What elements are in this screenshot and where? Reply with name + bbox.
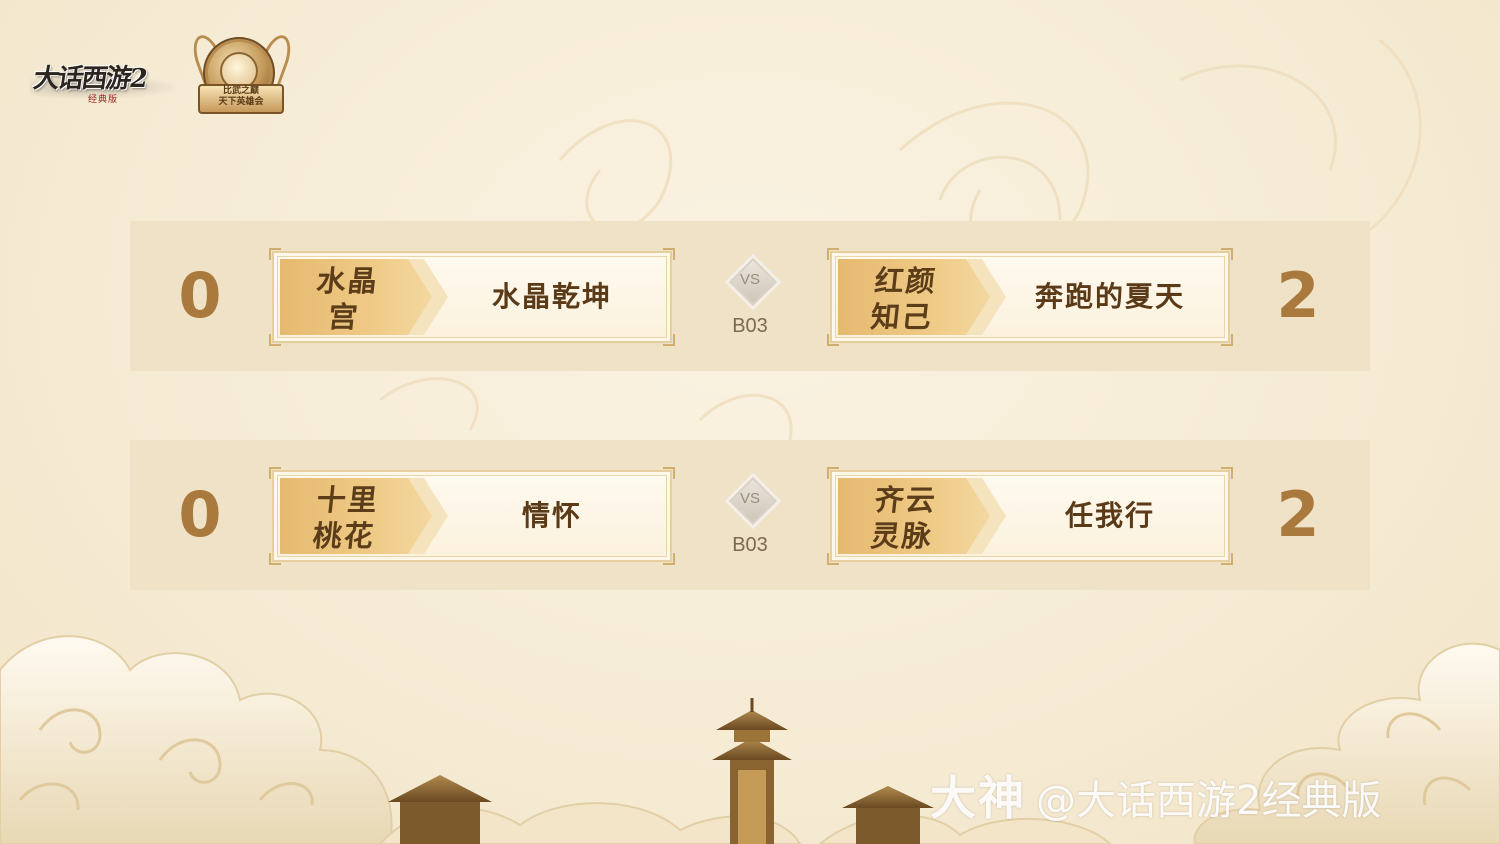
card-corner: [663, 248, 675, 260]
left-faction-name: 水晶宫: [314, 264, 381, 334]
right-faction-name: 齐云 灵脉: [869, 483, 939, 553]
card-corner: [1221, 334, 1233, 346]
left-team-name: 水晶乾坤: [491, 280, 612, 313]
match-row-1: 0 水晶宫 水晶乾坤 VS B03 红颜 知己 奔跑的夏天 2: [130, 221, 1370, 371]
right-score: 2: [1276, 478, 1320, 551]
header-logos: 大话西游2 经典版 比武之巅 天下英雄会: [28, 31, 298, 124]
match-format: B03: [732, 534, 768, 556]
faction-tag: 水晶宫: [280, 259, 432, 335]
card-corner: [1221, 467, 1233, 479]
card-corner: [827, 553, 839, 565]
event-emblem: 比武之巅 天下英雄会: [187, 31, 297, 120]
right-team-card: 红颜 知己 奔跑的夏天: [827, 248, 1233, 346]
card-corner: [663, 553, 675, 565]
right-team-name: 奔跑的夏天: [1034, 280, 1185, 313]
game-logo-title: 大话西游2: [31, 64, 148, 94]
vs-badge: VS B03: [710, 476, 790, 558]
right-faction-name: 红颜 知己: [869, 264, 939, 334]
left-score: 0: [178, 478, 222, 551]
match-row-2: 0 十里 桃花 情怀 VS B03 齐云 灵脉 任我行 2: [130, 440, 1370, 590]
card-corner: [1221, 248, 1233, 260]
vs-label: VS: [739, 271, 760, 288]
faction-tag: 红颜 知己: [838, 259, 990, 335]
card-corner: [827, 334, 839, 346]
right-team-card: 齐云 灵脉 任我行: [827, 467, 1233, 565]
card-corner: [1221, 553, 1233, 565]
vs-badge: VS B03: [710, 257, 790, 339]
game-logo: 大话西游2 经典版: [28, 44, 183, 114]
card-corner: [827, 467, 839, 479]
left-faction-name: 十里 桃花: [311, 483, 381, 553]
emblem-banner: 比武之巅 天下英雄会: [198, 84, 284, 114]
card-corner: [269, 248, 281, 260]
left-team-card: 十里 桃花 情怀: [269, 467, 675, 565]
watermark: 大神 @大话西游2经典版: [930, 766, 1381, 830]
event-subtitle: 天下英雄会: [218, 97, 264, 107]
vs-label: VS: [739, 490, 760, 507]
card-corner: [663, 467, 675, 479]
card-corner: [269, 334, 281, 346]
game-logo-edition: 经典版: [88, 95, 119, 105]
right-team-name: 任我行: [1064, 499, 1155, 532]
faction-tag: 齐云 灵脉: [838, 478, 990, 554]
match-format: B03: [732, 315, 768, 337]
left-team-name: 情怀: [521, 499, 582, 532]
left-score: 0: [178, 259, 222, 332]
card-corner: [269, 553, 281, 565]
watermark-brand: 大神: [930, 771, 1026, 825]
right-score: 2: [1276, 259, 1320, 332]
card-corner: [269, 467, 281, 479]
faction-tag: 十里 桃花: [280, 478, 432, 554]
watermark-handle: @大话西游2经典版: [1036, 778, 1382, 824]
card-corner: [827, 248, 839, 260]
event-title: 比武之巅: [222, 86, 259, 96]
card-corner: [663, 334, 675, 346]
left-team-card: 水晶宫 水晶乾坤: [269, 248, 675, 346]
